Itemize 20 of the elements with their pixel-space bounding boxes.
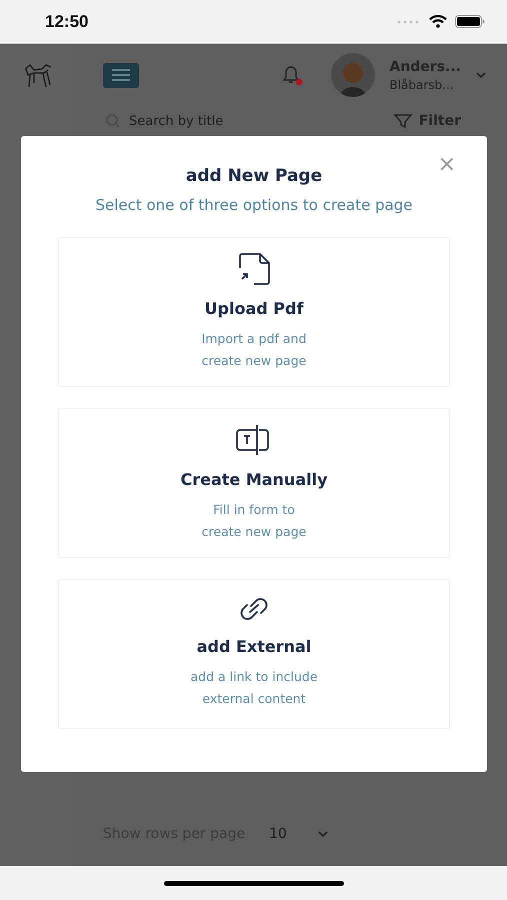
filter-icon <box>392 113 413 129</box>
search-field[interactable]: Search by title <box>127 112 321 130</box>
wifi-icon <box>429 15 447 28</box>
file-import-icon <box>237 252 271 286</box>
option-card[interactable]: add External add a link to include external content <box>58 579 450 729</box>
dialog-subtitle: Select one of three options to create page <box>95 196 413 214</box>
user-organization: Blåbarsb... <box>389 78 455 92</box>
battery-icon <box>455 15 485 28</box>
menu-icon <box>112 69 130 81</box>
dialog-title: add New Page <box>186 166 322 186</box>
horse-logo-icon <box>22 61 54 89</box>
menu-button[interactable] <box>103 62 139 88</box>
status-time: 12:50 <box>45 12 88 32</box>
user-name: Anders... <box>389 58 461 74</box>
user-avatar[interactable] <box>331 53 376 97</box>
chevron-down-icon <box>316 830 329 838</box>
chevron-down-icon[interactable] <box>475 71 487 79</box>
option-card[interactable]: Upload Pdf Import a pdf and create new page <box>58 237 450 387</box>
signal-icon <box>397 20 421 24</box>
option-card[interactable]: Create Manually Fill in form to create new page <box>58 408 450 558</box>
